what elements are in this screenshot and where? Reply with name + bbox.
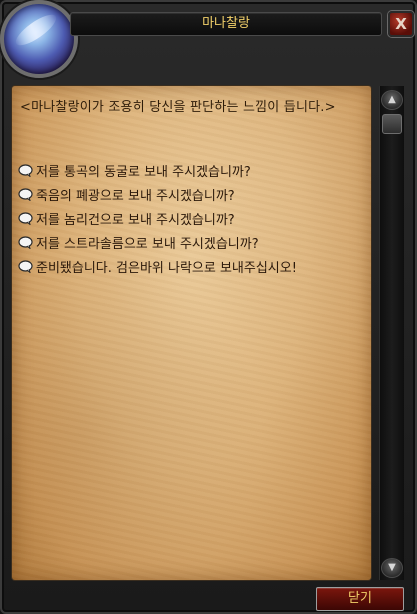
chat-bubble-icon xyxy=(18,163,33,177)
scrollbar-thumb[interactable] xyxy=(382,114,402,134)
gossip-option[interactable]: 준비됐습니다. 검은바위 나락으로 보내주십시오! xyxy=(18,256,363,276)
gossip-option[interactable]: 저를 스트라솔름으로 보내 주시겠습니까? xyxy=(18,232,363,252)
gossip-option-label: 저를 통곡의 동굴로 보내 주시겠습니까? xyxy=(36,164,251,180)
npc-portrait xyxy=(0,0,78,78)
close-icon[interactable]: X xyxy=(388,11,414,37)
chat-bubble-icon xyxy=(18,235,33,249)
gossip-option-label: 준비됐습니다. 검은바위 나락으로 보내주십시오! xyxy=(36,260,297,276)
window-title: 마나찰랑 xyxy=(70,12,382,36)
gossip-option[interactable]: 저를 통곡의 동굴로 보내 주시겠습니까? xyxy=(18,160,363,180)
chat-bubble-icon xyxy=(18,187,33,201)
scrollbar-track[interactable] xyxy=(379,86,404,580)
close-button[interactable]: 닫기 xyxy=(316,587,404,611)
scroll-up-icon[interactable]: ▲ xyxy=(381,90,403,110)
window-footer: 닫기 xyxy=(0,584,417,614)
npc-greeting-text: <마나찰랑이가 조용히 당신을 판단하는 느낌이 듭니다.> xyxy=(20,100,336,115)
gossip-option[interactable]: 저를 놈리건으로 보내 주시겠습니까? xyxy=(18,208,363,228)
gossip-option-label: 저를 놈리건으로 보내 주시겠습니까? xyxy=(36,212,235,228)
chat-bubble-icon xyxy=(18,259,33,273)
chat-bubble-icon xyxy=(18,211,33,225)
gossip-options-list: 저를 통곡의 동굴로 보내 주시겠습니까? 죽음의 폐광으로 보내 주시겠습니까… xyxy=(18,160,363,280)
gossip-option[interactable]: 죽음의 폐광으로 보내 주시겠습니까? xyxy=(18,184,363,204)
gossip-option-label: 죽음의 폐광으로 보내 주시겠습니까? xyxy=(36,188,235,204)
parchment-panel: <마나찰랑이가 조용히 당신을 판단하는 느낌이 듭니다.> 저를 통곡의 동굴… xyxy=(12,86,371,580)
gossip-option-label: 저를 스트라솔름으로 보내 주시겠습니까? xyxy=(36,236,259,252)
portrait-highlight xyxy=(11,9,61,51)
scroll-down-icon[interactable]: ▼ xyxy=(381,558,403,578)
